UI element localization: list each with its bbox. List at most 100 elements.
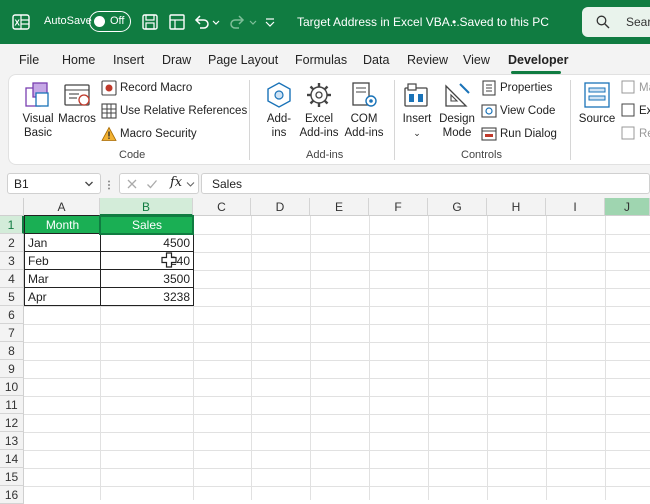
tab-draw[interactable]: Draw bbox=[162, 53, 191, 67]
cell-a1[interactable]: Month bbox=[24, 215, 101, 234]
group-divider bbox=[249, 80, 250, 160]
row-header-4[interactable]: 4 bbox=[0, 270, 24, 288]
com-addins-label-1: COM bbox=[350, 113, 378, 125]
cell-a2[interactable]: Jan bbox=[24, 233, 101, 252]
autosave-toggle[interactable]: Off bbox=[89, 11, 131, 32]
column-header-i[interactable]: I bbox=[546, 198, 605, 216]
source-button[interactable]: Source bbox=[576, 112, 618, 126]
row-header-6[interactable]: 6 bbox=[0, 306, 24, 324]
redo-icon[interactable] bbox=[227, 12, 247, 32]
cell-a4[interactable]: Mar bbox=[24, 269, 101, 288]
tab-home[interactable]: Home bbox=[62, 53, 95, 67]
worksheet-grid[interactable]: A B C D E F G H I J 1 2 3 4 5 6 7 8 9 10… bbox=[0, 198, 650, 504]
excel-addins-button[interactable]: Excel Add-ins bbox=[297, 112, 341, 140]
expansion-packs-button[interactable]: Ex bbox=[639, 105, 650, 117]
tab-insert[interactable]: Insert bbox=[113, 53, 144, 67]
refresh-data-button[interactable]: Re bbox=[639, 128, 650, 140]
enter-icon[interactable] bbox=[146, 178, 158, 190]
column-header-e[interactable]: E bbox=[310, 198, 369, 216]
gridline bbox=[24, 450, 650, 451]
addins-label-2: ins bbox=[271, 127, 287, 139]
design-mode-button[interactable]: Design Mode bbox=[436, 112, 478, 140]
redo-dropdown-icon[interactable] bbox=[248, 12, 258, 32]
row-header-12[interactable]: 12 bbox=[0, 414, 24, 432]
document-title: Target Address in Excel VBA... bbox=[297, 15, 460, 29]
view-code-button[interactable]: View Code bbox=[500, 105, 555, 117]
row-header-2[interactable]: 2 bbox=[0, 234, 24, 252]
gridline bbox=[251, 216, 252, 500]
select-all-button[interactable] bbox=[0, 198, 24, 216]
tab-developer[interactable]: Developer bbox=[508, 53, 568, 67]
search-box[interactable]: Sear bbox=[582, 7, 650, 37]
row-header-14[interactable]: 14 bbox=[0, 450, 24, 468]
visual-basic-label-2: Basic bbox=[23, 127, 53, 139]
more-options-icon[interactable] bbox=[106, 180, 112, 190]
row-header-11[interactable]: 11 bbox=[0, 396, 24, 414]
undo-icon[interactable] bbox=[192, 12, 212, 32]
chevron-down-icon[interactable] bbox=[186, 180, 195, 189]
excel-logo-icon: X bbox=[12, 14, 30, 30]
excel-addins-label-1: Excel bbox=[304, 113, 334, 125]
menu-bar: File Home Insert Draw Page Layout Formul… bbox=[0, 44, 650, 74]
cell-b5[interactable]: 3238 bbox=[100, 287, 194, 306]
column-header-c[interactable]: C bbox=[193, 198, 251, 216]
macros-button[interactable]: Macros bbox=[57, 112, 97, 126]
tab-view[interactable]: View bbox=[463, 53, 490, 67]
row-header-8[interactable]: 8 bbox=[0, 342, 24, 360]
formula-controls: fx bbox=[119, 173, 199, 194]
print-preview-icon[interactable] bbox=[167, 12, 187, 32]
column-header-d[interactable]: D bbox=[251, 198, 310, 216]
column-header-g[interactable]: G bbox=[428, 198, 487, 216]
gridline bbox=[24, 306, 650, 307]
run-dialog-icon bbox=[481, 127, 497, 141]
gridline bbox=[369, 216, 370, 500]
tab-file[interactable]: File bbox=[19, 53, 39, 67]
cell-a5[interactable]: Apr bbox=[24, 287, 101, 306]
addins-button[interactable]: Add- ins bbox=[259, 112, 299, 140]
customize-toolbar-icon[interactable] bbox=[264, 12, 276, 32]
formula-input[interactable]: Sales bbox=[201, 173, 650, 194]
row-header-15[interactable]: 15 bbox=[0, 468, 24, 486]
macro-security-button[interactable]: Macro Security bbox=[120, 128, 197, 140]
map-properties-button[interactable]: Ma bbox=[639, 82, 650, 94]
save-icon[interactable] bbox=[140, 12, 160, 32]
row-header-10[interactable]: 10 bbox=[0, 378, 24, 396]
cancel-icon[interactable] bbox=[126, 178, 138, 190]
use-relative-references-button[interactable]: Use Relative References bbox=[120, 105, 247, 117]
tab-formulas[interactable]: Formulas bbox=[295, 53, 347, 67]
selection-highlight bbox=[99, 215, 194, 235]
insert-control-button[interactable]: Insert ⌄ bbox=[399, 112, 435, 140]
visual-basic-button[interactable]: Visual Basic bbox=[16, 112, 60, 140]
column-header-f[interactable]: F bbox=[369, 198, 428, 216]
tab-data[interactable]: Data bbox=[363, 53, 389, 67]
cell-a3[interactable]: Feb bbox=[24, 251, 101, 270]
properties-button[interactable]: Properties bbox=[500, 82, 552, 94]
row-header-9[interactable]: 9 bbox=[0, 360, 24, 378]
column-header-h[interactable]: H bbox=[487, 198, 546, 216]
row-header-1[interactable]: 1 bbox=[0, 216, 24, 234]
save-status[interactable]: • Saved to this PC bbox=[452, 15, 549, 29]
insert-function-button[interactable]: fx bbox=[170, 175, 182, 190]
cell-b3[interactable]: 240 bbox=[100, 251, 194, 270]
row-header-13[interactable]: 13 bbox=[0, 432, 24, 450]
name-box[interactable]: B1 bbox=[7, 173, 101, 194]
column-header-a[interactable]: A bbox=[24, 198, 100, 216]
column-header-b[interactable]: B bbox=[100, 198, 193, 216]
insert-controls-icon bbox=[404, 83, 428, 107]
undo-dropdown-icon[interactable] bbox=[211, 12, 221, 32]
cell-b4[interactable]: 3500 bbox=[100, 269, 194, 288]
row-header-16[interactable]: 16 bbox=[0, 486, 24, 504]
cell-b2[interactable]: 4500 bbox=[100, 233, 194, 252]
tab-page-layout[interactable]: Page Layout bbox=[208, 53, 278, 67]
run-dialog-button[interactable]: Run Dialog bbox=[500, 128, 557, 140]
view-code-icon bbox=[481, 104, 497, 118]
tab-review[interactable]: Review bbox=[407, 53, 448, 67]
row-header-5[interactable]: 5 bbox=[0, 288, 24, 306]
chevron-down-icon[interactable] bbox=[84, 179, 94, 189]
row-header-3[interactable]: 3 bbox=[0, 252, 24, 270]
row-header-7[interactable]: 7 bbox=[0, 324, 24, 342]
addins-group-label: Add-ins bbox=[306, 149, 344, 161]
record-macro-button[interactable]: Record Macro bbox=[120, 82, 192, 94]
column-header-j[interactable]: J bbox=[605, 198, 650, 216]
com-addins-button[interactable]: COM Add-ins bbox=[342, 112, 386, 140]
